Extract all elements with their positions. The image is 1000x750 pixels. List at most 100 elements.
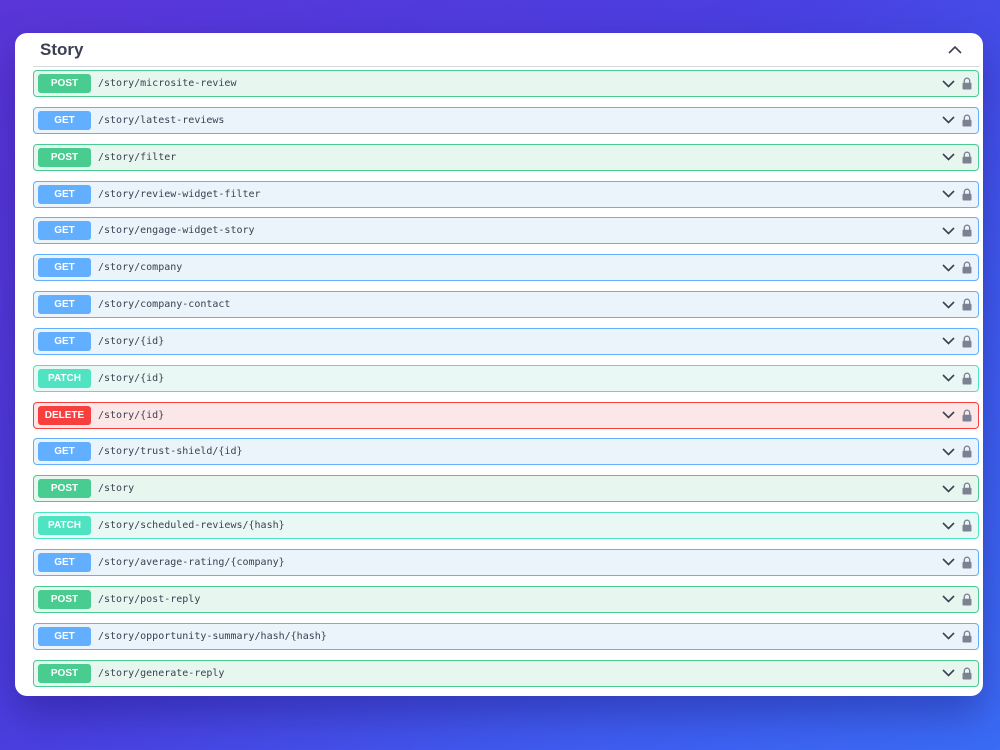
- method-badge: POST: [38, 479, 91, 499]
- operation-row[interactable]: GET/story/latest-reviews: [33, 106, 979, 134]
- operation-controls: [941, 182, 972, 207]
- lock-icon[interactable]: [962, 593, 972, 606]
- chevron-down-icon[interactable]: [941, 594, 955, 604]
- method-badge: GET: [38, 331, 91, 351]
- endpoint-path: /story/microsite-review: [98, 78, 237, 89]
- lock-icon[interactable]: [962, 372, 972, 385]
- endpoint-path: /story/latest-reviews: [98, 114, 225, 126]
- lock-icon[interactable]: [962, 630, 972, 643]
- chevron-down-icon[interactable]: [941, 79, 955, 89]
- operation-row[interactable]: GET/story/company: [33, 254, 979, 282]
- endpoint-path: /story/post-reply: [98, 593, 201, 605]
- chevron-down-icon[interactable]: [941, 300, 955, 310]
- chevron-down-icon[interactable]: [941, 373, 955, 383]
- operation-row[interactable]: DELETE/story/{id}: [33, 401, 979, 429]
- operation-controls: [941, 145, 972, 170]
- operation-controls: [941, 366, 972, 391]
- operation-controls: [941, 255, 972, 280]
- endpoint-path: /story/opportunity-summary/hash/{hash}: [98, 630, 327, 642]
- endpoint-path: /story/trust-shield/{id}: [98, 446, 243, 458]
- endpoint-path: /story/{id}: [98, 372, 165, 384]
- section-title: Story: [40, 40, 84, 59]
- chevron-down-icon[interactable]: [941, 115, 955, 125]
- chevron-down-icon[interactable]: [941, 557, 955, 567]
- chevron-down-icon[interactable]: [941, 447, 955, 457]
- chevron-down-icon[interactable]: [941, 263, 955, 273]
- operation-row[interactable]: PATCH/story/scheduled-reviews/{hash}: [33, 512, 979, 540]
- operation-row[interactable]: GET/story/trust-shield/{id}: [33, 438, 979, 466]
- lock-icon[interactable]: [962, 188, 972, 201]
- operation-controls: [941, 661, 972, 686]
- method-badge: POST: [38, 74, 91, 93]
- chevron-down-icon[interactable]: [941, 521, 955, 531]
- chevron-down-icon[interactable]: [941, 336, 955, 346]
- chevron-down-icon[interactable]: [941, 668, 955, 678]
- operation-controls: [941, 403, 972, 428]
- chevron-down-icon[interactable]: [941, 410, 955, 420]
- lock-icon[interactable]: [962, 667, 972, 680]
- endpoint-path: /story/company: [98, 262, 183, 274]
- endpoint-path: /story/scheduled-reviews/{hash}: [98, 520, 285, 532]
- method-badge: GET: [38, 626, 91, 646]
- api-section-card: Story POST/story/microsite-review GET/sto…: [15, 33, 983, 696]
- chevron-down-icon[interactable]: [941, 189, 955, 199]
- operation-controls: [941, 624, 972, 649]
- endpoint-path: /story/{id}: [98, 409, 165, 421]
- operation-controls: [941, 476, 972, 501]
- method-badge: PATCH: [38, 368, 91, 388]
- lock-icon[interactable]: [962, 519, 972, 532]
- lock-icon[interactable]: [962, 261, 972, 274]
- operation-controls: [941, 439, 972, 464]
- section-header[interactable]: Story: [15, 33, 983, 67]
- operation-row[interactable]: GET/story/opportunity-summary/hash/{hash…: [33, 622, 979, 650]
- operation-row[interactable]: PATCH/story/{id}: [33, 364, 979, 392]
- operation-row[interactable]: POST/story/post-reply: [33, 585, 979, 613]
- lock-icon[interactable]: [962, 224, 972, 237]
- lock-icon[interactable]: [962, 77, 972, 90]
- operation-row[interactable]: GET/story/engage-widget-story: [33, 217, 979, 245]
- endpoint-path: /story/average-rating/{company}: [98, 556, 285, 568]
- lock-icon[interactable]: [962, 335, 972, 348]
- method-badge: GET: [38, 295, 91, 315]
- operation-row[interactable]: GET/story/review-widget-filter: [33, 180, 979, 208]
- endpoint-path: /story/review-widget-filter: [98, 188, 261, 200]
- endpoint-path: /story: [98, 483, 135, 495]
- operation-controls: [941, 513, 972, 538]
- operation-row[interactable]: POST/story: [33, 475, 979, 503]
- endpoint-path: /story/{id}: [98, 335, 165, 347]
- method-badge: POST: [38, 663, 91, 683]
- lock-icon[interactable]: [962, 482, 972, 495]
- chevron-down-icon[interactable]: [941, 226, 955, 236]
- operation-row[interactable]: GET/story/{id}: [33, 327, 979, 355]
- lock-icon[interactable]: [962, 298, 972, 311]
- operation-controls: [941, 218, 972, 243]
- operation-controls: [941, 587, 972, 612]
- chevron-up-icon[interactable]: [947, 42, 963, 56]
- method-badge: GET: [38, 184, 91, 204]
- lock-icon[interactable]: [962, 556, 972, 569]
- endpoint-path: /story/generate-reply: [98, 667, 225, 679]
- lock-icon[interactable]: [962, 151, 972, 164]
- endpoint-path: /story/filter: [98, 151, 177, 163]
- chevron-down-icon[interactable]: [941, 152, 955, 162]
- chevron-down-icon[interactable]: [941, 631, 955, 641]
- endpoint-path: /story/company-contact: [98, 299, 231, 311]
- endpoint-path: /story/engage-widget-story: [98, 225, 255, 237]
- method-badge: GET: [38, 110, 91, 130]
- operation-controls: [941, 108, 972, 133]
- operation-row[interactable]: POST/story/microsite-review: [33, 70, 979, 97]
- lock-icon[interactable]: [962, 445, 972, 458]
- operation-row[interactable]: GET/story/average-rating/{company}: [33, 548, 979, 576]
- method-badge: GET: [38, 442, 91, 462]
- operation-controls: [941, 71, 972, 96]
- method-badge: GET: [38, 552, 91, 572]
- operation-row[interactable]: GET/story/company-contact: [33, 291, 979, 319]
- chevron-down-icon[interactable]: [941, 484, 955, 494]
- operation-row[interactable]: POST/story/filter: [33, 143, 979, 171]
- section-divider: [33, 66, 979, 67]
- lock-icon[interactable]: [962, 409, 972, 422]
- operation-row[interactable]: POST/story/generate-reply: [33, 659, 979, 687]
- method-badge: GET: [38, 258, 91, 278]
- method-badge: DELETE: [38, 405, 91, 425]
- lock-icon[interactable]: [962, 114, 972, 127]
